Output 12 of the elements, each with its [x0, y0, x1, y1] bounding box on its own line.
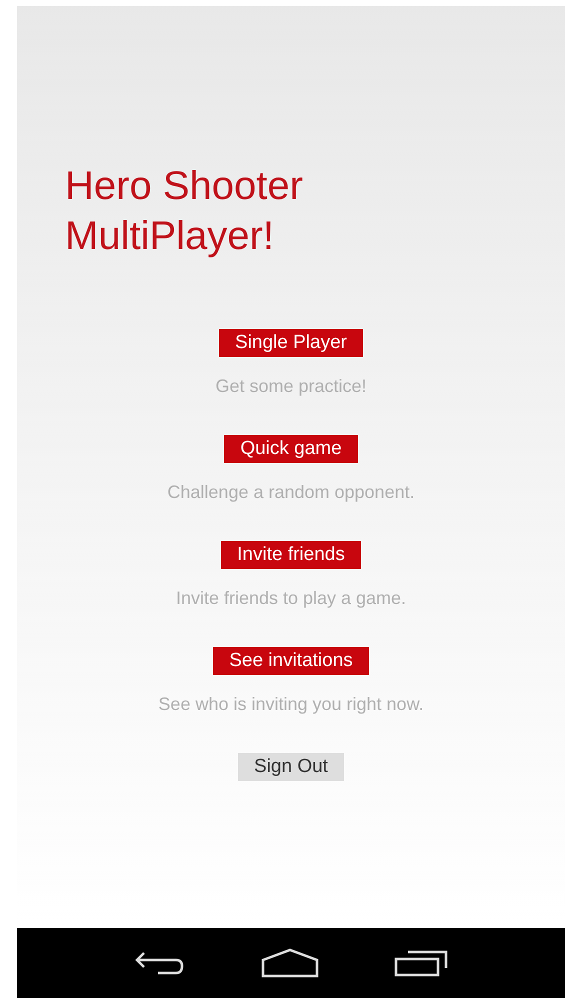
menu-button[interactable]: Single Player	[219, 329, 363, 357]
app-title: Hero Shooter MultiPlayer!	[65, 163, 304, 260]
menu-button[interactable]: Invite friends	[221, 541, 361, 569]
menu-description: See who is inviting you right now.	[158, 693, 424, 716]
menu-button[interactable]: Sign Out	[238, 753, 344, 781]
menu-button[interactable]: Quick game	[224, 435, 358, 463]
home-icon[interactable]	[260, 948, 319, 978]
menu-description: Challenge a random opponent.	[167, 481, 415, 504]
menu-description: Invite friends to play a game.	[176, 587, 406, 610]
menu-description: Get some practice!	[215, 375, 367, 398]
menu-button[interactable]: See invitations	[213, 647, 369, 675]
recent-apps-icon[interactable]	[394, 949, 448, 977]
